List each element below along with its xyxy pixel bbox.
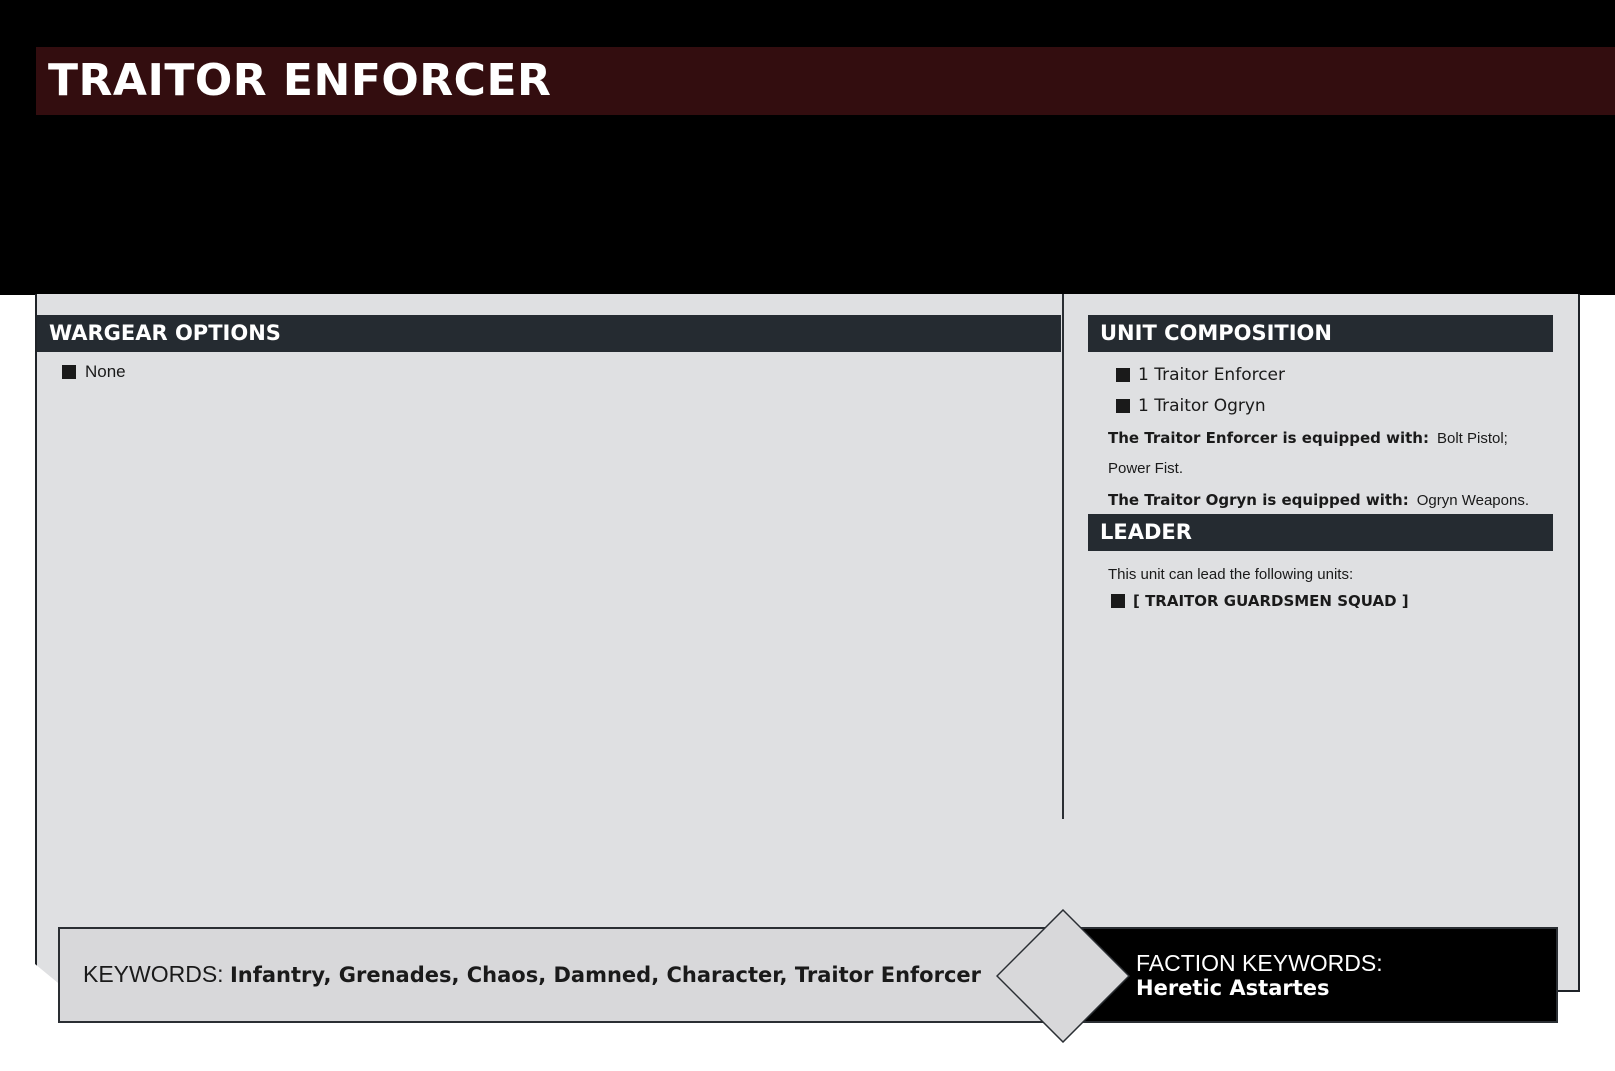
faction-keywords-value: Heretic Astartes	[1136, 976, 1330, 1000]
square-bullet-icon	[1116, 368, 1130, 382]
keywords-label: KEYWORDS:	[83, 961, 224, 987]
composition-item: 1 Traitor Ogryn	[1116, 396, 1266, 416]
wargear-option-label: None	[85, 362, 126, 381]
leader-unit-item: [ TRAITOR GUARDSMEN SQUAD ]	[1111, 592, 1409, 610]
diamond-divider-icon	[996, 909, 1130, 1043]
composition-item-label: 1 Traitor Enforcer	[1138, 365, 1286, 385]
square-bullet-icon	[1111, 594, 1125, 608]
unit-name: TRAITOR ENFORCER	[48, 55, 552, 106]
square-bullet-icon	[1116, 399, 1130, 413]
equipment-label: The Traitor Ogryn is equipped with:	[1108, 491, 1409, 509]
unit-composition-header: UNIT COMPOSITION	[1088, 315, 1553, 352]
leader-description: This unit can lead the following units:	[1108, 566, 1354, 583]
equipment-enforcer: The Traitor Enforcer is equipped with: Bo…	[1108, 423, 1548, 484]
composition-item-label: 1 Traitor Ogryn	[1138, 396, 1266, 416]
leader-header: LEADER	[1088, 514, 1553, 551]
square-bullet-icon	[62, 365, 76, 379]
keywords-values: Infantry, Grenades, Chaos, Damned, Chara…	[229, 963, 981, 987]
equipment-ogryn: The Traitor Ogryn is equipped with: Ogryn…	[1108, 485, 1548, 516]
card-body	[35, 294, 1580, 992]
faction-keywords-label: FACTION KEYWORDS:	[1136, 950, 1383, 976]
leader-unit-label: [ TRAITOR GUARDSMEN SQUAD ]	[1133, 592, 1409, 610]
header-band	[0, 0, 1615, 295]
keywords-line: KEYWORDS: Infantry, Grenades, Chaos, Dam…	[83, 961, 981, 988]
equipment-label: The Traitor Enforcer is equipped with:	[1108, 429, 1429, 447]
column-divider	[1062, 294, 1064, 819]
wargear-options-header: WARGEAR OPTIONS	[37, 315, 1061, 352]
composition-item: 1 Traitor Enforcer	[1116, 365, 1285, 385]
wargear-option-item: None	[62, 362, 126, 382]
equipment-value: Ogryn Weapons.	[1416, 492, 1529, 509]
